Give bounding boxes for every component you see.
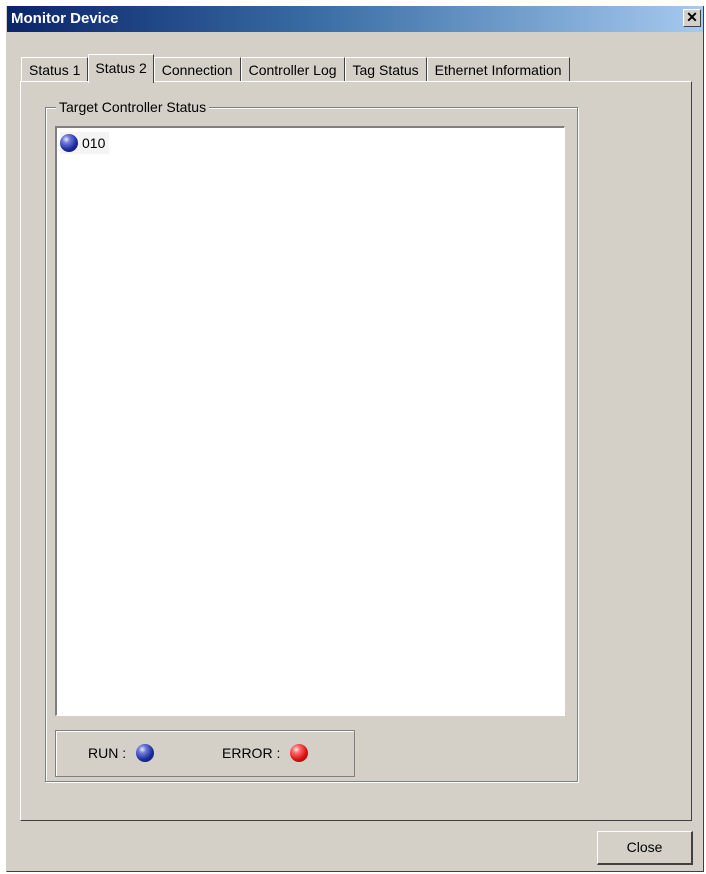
legend-run: RUN : [88,744,155,762]
tab-controller-log[interactable]: Controller Log [240,57,345,81]
close-window-icon[interactable]: ✕ [683,9,701,27]
close-icon: ✕ [686,9,698,25]
title-bar: Monitor Device ✕ [7,6,703,32]
legend-run-label: RUN : [88,745,127,761]
status-legend: RUN : ERROR : [55,730,355,777]
window-title: Monitor Device [11,10,119,27]
status-2-panel: Target Controller Status 010 RUN : ERROR… [20,81,692,821]
tab-connection[interactable]: Connection [153,57,241,81]
target-controller-status-group: Target Controller Status 010 RUN : ERROR… [45,99,578,782]
legend-error: ERROR : [222,744,309,762]
error-indicator-icon [290,744,309,762]
tab-status-1[interactable]: Status 1 [21,57,89,81]
list-item[interactable]: 010 [60,132,110,154]
tab-tag-status[interactable]: Tag Status [344,57,427,81]
close-button[interactable]: Close [597,831,693,865]
group-title: Target Controller Status [56,99,210,115]
monitor-device-window: Monitor Device ✕ Status 1 Status 2 Conne… [6,6,704,872]
tab-strip: Status 1 Status 2 Connection Controller … [21,51,570,83]
run-indicator-icon [136,744,155,762]
controller-label: 010 [82,135,106,151]
controller-list[interactable]: 010 [55,126,565,716]
tab-ethernet-information[interactable]: Ethernet Information [426,57,570,81]
run-status-icon [60,134,78,152]
tab-status-2[interactable]: Status 2 [88,54,154,83]
legend-error-label: ERROR : [222,745,281,761]
